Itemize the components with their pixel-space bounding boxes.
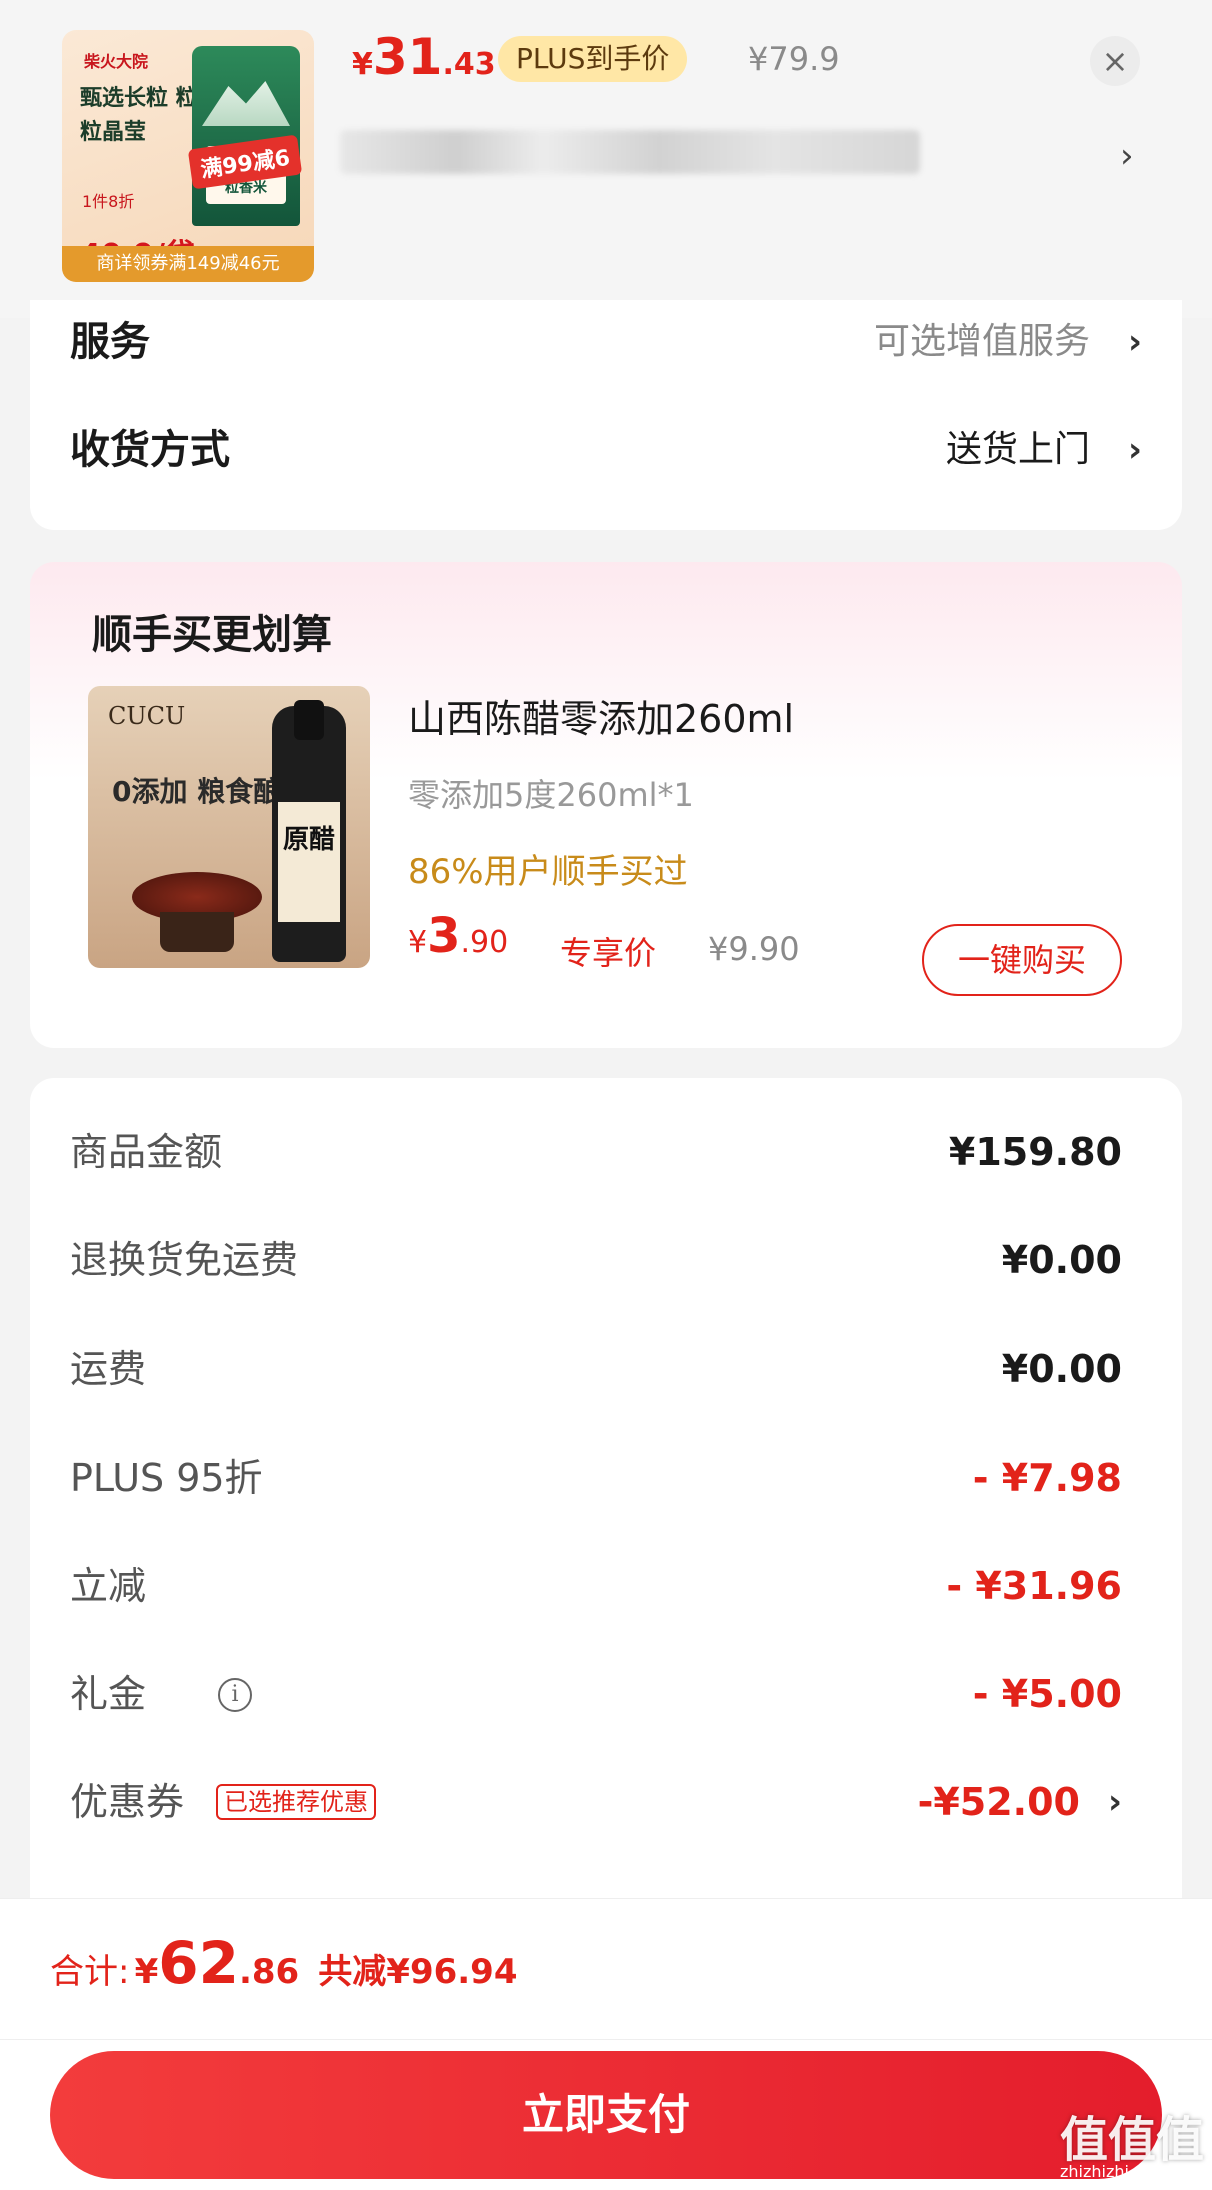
addon-price-currency: ¥ [408, 925, 428, 960]
service-label: 服务 [70, 319, 150, 365]
close-button[interactable]: × [1090, 36, 1140, 86]
summary-row-plus-discount: PLUS 95折 - ¥7.98 [70, 1448, 1122, 1508]
summary-row-instant-discount: 立减 - ¥31.96 [70, 1556, 1122, 1616]
thumb-coupon-strip: 商详领券满149减46元 [62, 246, 314, 282]
addon-social-proof: 86%用户顺手买过 [408, 852, 688, 892]
summary-row-subtotal: 商品金额 ¥159.80 [70, 1122, 1122, 1182]
summary-label: 礼金 [70, 1672, 147, 1716]
summary-value: ¥159.80 [948, 1130, 1122, 1174]
header-price: ¥31.43 [352, 28, 496, 86]
thumb-slogan: 甄选长粒 粒粒晶莹 [80, 86, 198, 145]
header-price-currency: ¥ [352, 47, 373, 82]
summary-value: ¥0.00 [1001, 1238, 1122, 1282]
addon-product-image[interactable]: CUCU 0添加 粮食酿造 原醋 [88, 686, 370, 968]
addon-price-dec: .90 [460, 925, 509, 960]
product-thumbnail[interactable]: 柴火大院 甄选长粒 粒粒晶莹 柴火大院 长粒香米 满99减6 1件8折 40.9… [62, 30, 314, 282]
addon-exclusive-label: 专享价 [560, 934, 657, 972]
delivery-method-label: 收货方式 [70, 427, 230, 473]
summary-row-coupon[interactable]: 优惠券 已选推荐优惠 -¥52.00 › [70, 1772, 1122, 1832]
header-price-int: 31 [372, 28, 443, 86]
price-summary-card: 商品金额 ¥159.80 退换货免运费 ¥0.00 运费 ¥0.00 PLUS … [30, 1078, 1182, 1908]
delivery-method-row[interactable]: 收货方式 送货上门 › [70, 420, 1142, 480]
addon-image-brand: CUCU [108, 702, 186, 730]
checkout-bar: 合计: ¥62.86 共减¥96.94 立即支付 [0, 1898, 1212, 2190]
divider [0, 2039, 1212, 2040]
site-watermark: 值值值 [1060, 2112, 1205, 2168]
stand-graphic [160, 912, 234, 952]
addon-product-name[interactable]: 山西陈醋零添加260ml [408, 688, 794, 743]
chevron-right-icon[interactable]: › [1120, 136, 1134, 176]
close-icon: × [1101, 42, 1129, 80]
service-row[interactable]: 服务 可选增值服务 › [70, 312, 1142, 372]
site-watermark-url: zhizhizhi.com [1060, 2162, 1169, 2181]
summary-value: - ¥31.96 [946, 1564, 1122, 1608]
addon-price-int: 3 [427, 908, 461, 964]
total-saved: 共减¥96.94 [318, 1952, 518, 1992]
delivery-method-value: 送货上门 [945, 429, 1090, 470]
total-label: 合计: [50, 1952, 130, 1992]
total-int: 62 [158, 1929, 239, 1997]
chevron-right-icon: › [1127, 430, 1142, 470]
chevron-right-icon: › [1107, 1782, 1122, 1822]
mountain-graphic [202, 81, 290, 126]
addon-price: ¥3.90 [408, 908, 508, 964]
addon-title: 顺手买更划算 [92, 612, 332, 658]
summary-value: -¥52.00 [917, 1780, 1080, 1824]
summary-label: 优惠券 [70, 1780, 185, 1824]
bottle-neck [294, 700, 324, 740]
service-card: 服务 可选增值服务 › 收货方式 送货上门 › [30, 300, 1182, 530]
total-currency: ¥ [134, 1952, 159, 1992]
summary-value: - ¥5.00 [972, 1672, 1122, 1716]
header-original-price: ¥79.9 [748, 40, 840, 78]
addon-card: 顺手买更划算 CUCU 0添加 粮食酿造 原醋 山西陈醋零添加260ml 零添加… [30, 562, 1182, 1048]
addon-original-price: ¥9.90 [708, 930, 800, 968]
summary-value: ¥0.00 [1001, 1347, 1122, 1391]
one-click-buy-button[interactable]: 一键购买 [922, 924, 1122, 996]
plus-price-badge: PLUS到手价 [498, 36, 688, 82]
thumb-deal-text: 1件8折 [82, 192, 135, 211]
vinegar-bottle-graphic: 原醋 [272, 700, 346, 962]
summary-label: 商品金额 [70, 1130, 223, 1174]
summary-value: - ¥7.98 [972, 1456, 1122, 1500]
bottle-label: 原醋 [278, 802, 340, 922]
summary-row-return-shipping: 退换货免运费 ¥0.00 [70, 1230, 1122, 1290]
summary-row-gift-money: 礼金 i - ¥5.00 [70, 1664, 1122, 1724]
info-icon[interactable]: i [218, 1678, 252, 1712]
service-value: 可选增值服务 [873, 321, 1090, 362]
chevron-right-icon: › [1127, 322, 1142, 362]
summary-label: 退换货免运费 [70, 1238, 299, 1282]
header-price-dec: .43 [442, 47, 496, 82]
total-dec: .86 [238, 1952, 300, 1992]
summary-label: PLUS 95折 [70, 1456, 263, 1500]
coupon-selected-tag: 已选推荐优惠 [216, 1784, 376, 1820]
summary-row-shipping: 运费 ¥0.00 [70, 1339, 1122, 1399]
product-header: 柴火大院 甄选长粒 粒粒晶莹 柴火大院 长粒香米 满99减6 1件8折 40.9… [0, 0, 1212, 318]
addon-product-spec: 零添加5度260ml*1 [408, 776, 694, 814]
pay-now-button[interactable]: 立即支付 [50, 2051, 1162, 2179]
summary-label: 立减 [70, 1564, 147, 1608]
thumb-brand: 柴火大院 [84, 52, 149, 71]
order-total: 合计: ¥62.86 共减¥96.94 [50, 1929, 517, 1997]
blurred-product-info[interactable] [340, 130, 920, 174]
summary-label: 运费 [70, 1347, 147, 1391]
